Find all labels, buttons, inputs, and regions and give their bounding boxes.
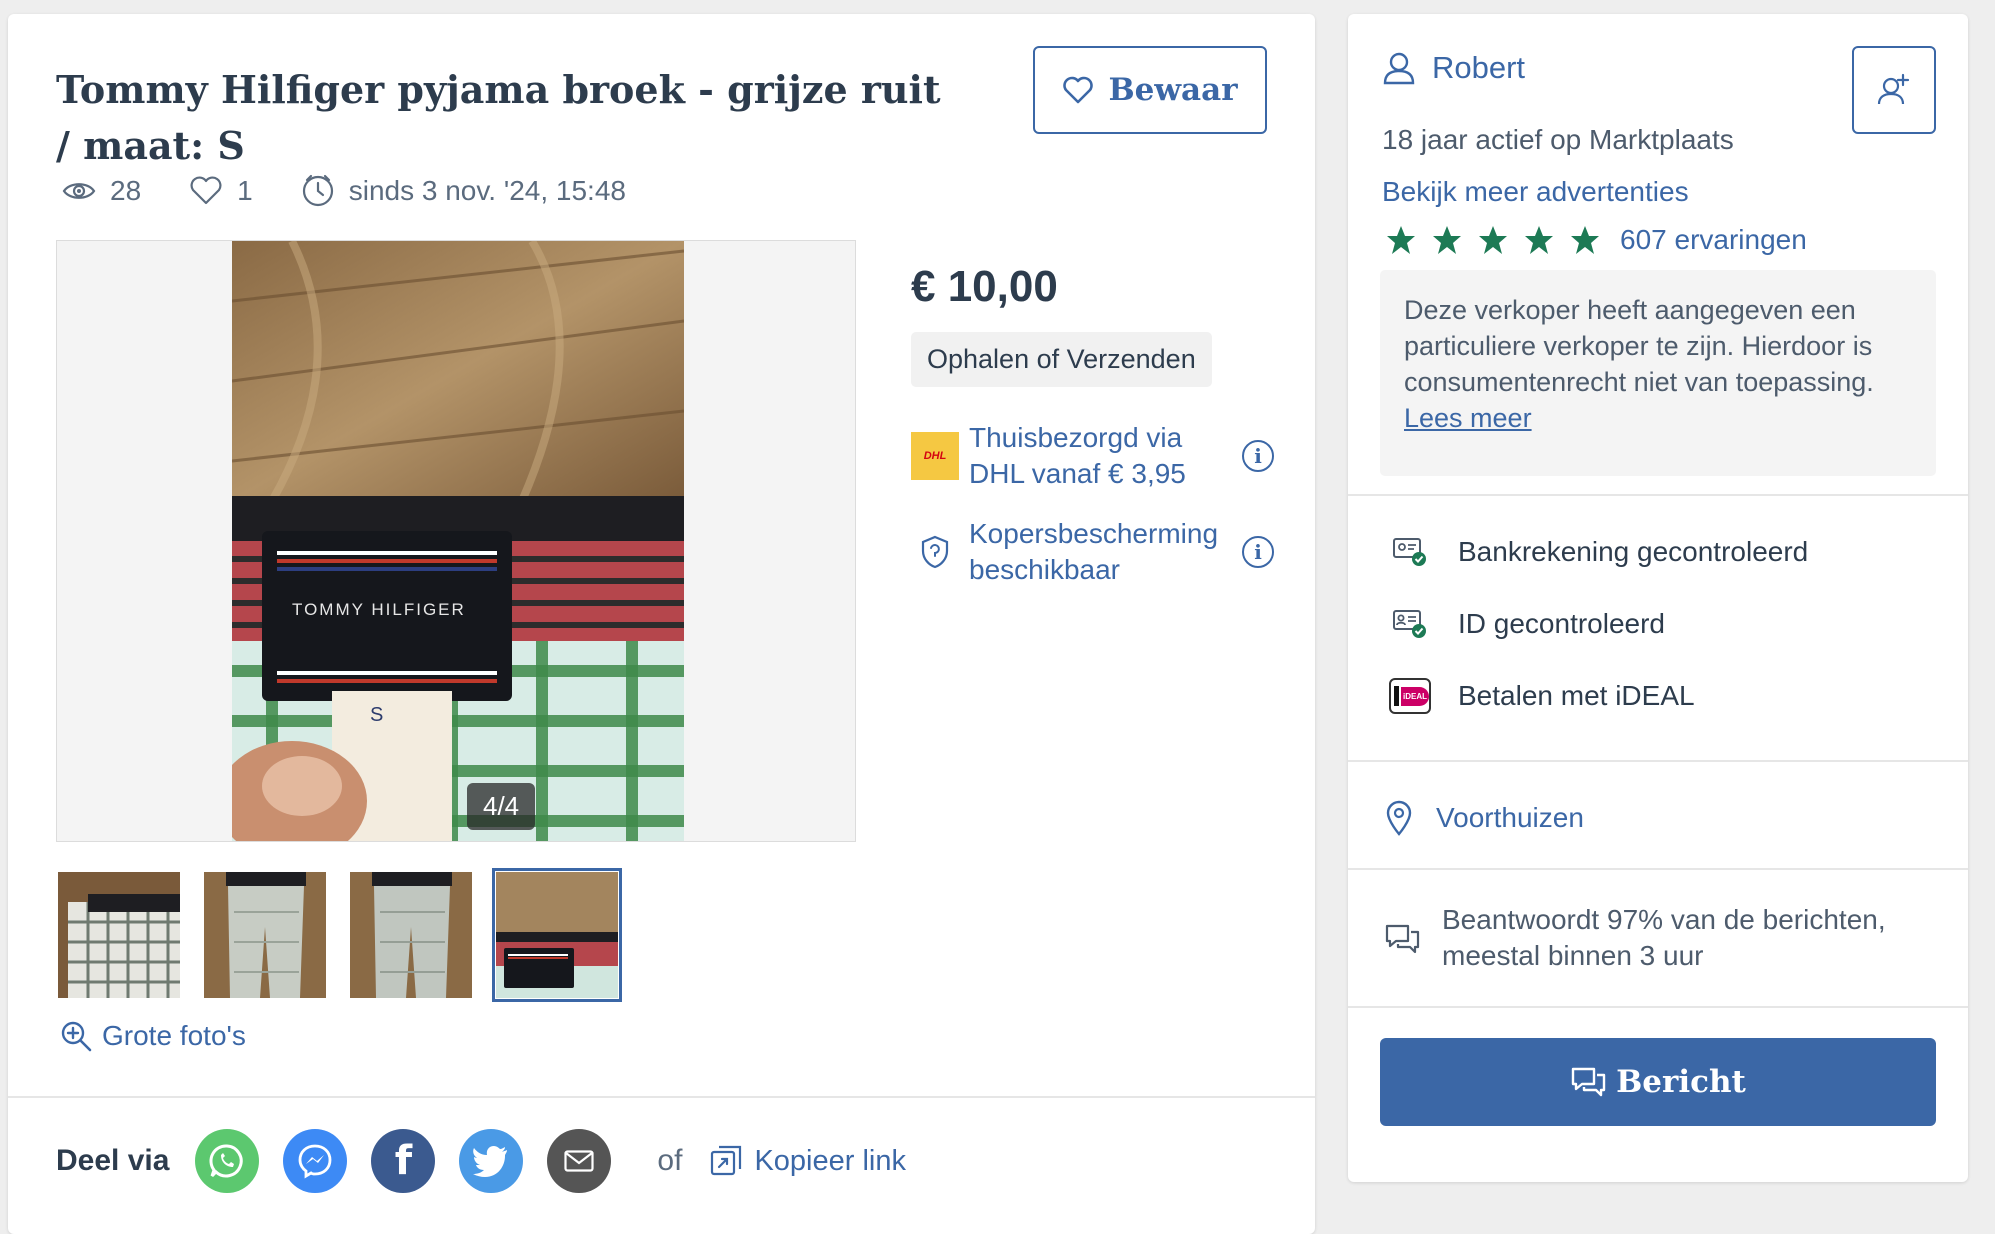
reviews-link[interactable]: 607 ervaringen	[1620, 224, 1807, 256]
seller-name-row[interactable]: Robert	[1382, 50, 1525, 86]
read-more-link[interactable]: Lees meer	[1404, 403, 1532, 433]
seller-name[interactable]: Robert	[1432, 50, 1525, 86]
ideal-label: Betalen met iDEAL	[1458, 680, 1695, 711]
chat-bubbles-icon	[1385, 924, 1420, 954]
favorites-stat: 1	[189, 175, 253, 207]
price: € 10,00	[911, 262, 1058, 311]
response-rate-text: Beantwoordt 97% van de berichten, meesta…	[1442, 904, 1886, 971]
main-photo[interactable]: TOMMY HILFIGER S 4/4	[56, 240, 856, 842]
favorites-count: 1	[237, 175, 253, 206]
messenger-icon	[299, 1144, 332, 1179]
delivery-badge: Ophalen of Verzenden	[911, 332, 1212, 387]
share-label: Deel via	[56, 1144, 170, 1177]
star-icon	[1525, 226, 1553, 254]
response-rate-row: Beantwoordt 97% van de berichten, meesta…	[1384, 902, 1902, 974]
ideal-row: iDEAL Betalen met iDEAL	[1388, 678, 1695, 714]
ideal-logo: iDEAL	[1389, 678, 1431, 714]
info-icon[interactable]: i	[1242, 440, 1274, 472]
heart-icon	[190, 176, 222, 205]
facebook-icon: f	[394, 1138, 413, 1184]
shield-icon	[921, 535, 949, 569]
star-icon	[1387, 226, 1415, 254]
email-icon	[564, 1150, 595, 1172]
photo-counter: 4/4	[467, 783, 536, 830]
whatsapp-share-button[interactable]	[195, 1129, 260, 1193]
messenger-share-button[interactable]	[283, 1129, 348, 1193]
star-icon	[1433, 226, 1461, 254]
chat-icon	[1571, 1067, 1606, 1097]
divider	[1348, 760, 1968, 762]
twitter-share-button[interactable]	[459, 1129, 524, 1193]
info-icon[interactable]: i	[1242, 536, 1274, 568]
message-button[interactable]: Bericht	[1380, 1038, 1936, 1126]
shipping-text[interactable]: Thuisbezorgd via DHL vanaf € 3,95	[969, 420, 1229, 492]
share-row: Deel via f of Kopieer link	[56, 1129, 906, 1193]
location-label[interactable]: Voorthuizen	[1436, 802, 1584, 834]
listing-title: Tommy Hilfiger pyjama broek - grijze rui…	[56, 67, 941, 168]
shipping-info: DHL Thuisbezorgd via DHL vanaf € 3,95 i	[911, 420, 1274, 492]
seller-card: Robert 18 jaar actief op Marktplaats Bek…	[1348, 14, 1968, 1182]
copy-link-icon	[711, 1145, 742, 1176]
listing-card: Tommy Hilfiger pyjama broek - grijze rui…	[8, 14, 1315, 1234]
user-icon	[1383, 52, 1415, 85]
thumbnail-1[interactable]	[58, 872, 180, 998]
heart-icon	[1063, 76, 1094, 104]
posted-stat: sinds 3 nov. '24, 15:48	[301, 174, 626, 208]
protection-text[interactable]: Kopersbescherming beschikbaar	[969, 516, 1229, 588]
clock-icon	[302, 174, 333, 207]
star-icon	[1479, 226, 1507, 254]
location-pin-icon	[1386, 800, 1412, 836]
copy-link-button[interactable]: Kopieer link	[710, 1145, 906, 1178]
views-count: 28	[110, 175, 142, 206]
location-row[interactable]: Voorthuizen	[1384, 800, 1584, 836]
eye-icon	[62, 183, 96, 199]
notice-text: Deze verkoper heeft aangegeven een parti…	[1404, 295, 1874, 397]
product-photo: TOMMY HILFIGER S	[232, 241, 684, 841]
ideal-logo-text: iDEAL	[1401, 686, 1429, 706]
email-share-button[interactable]	[547, 1129, 612, 1193]
id-verified-label: ID gecontroleerd	[1458, 608, 1666, 639]
thumbnail-strip	[58, 868, 622, 1002]
photo-brand-text: TOMMY HILFIGER	[292, 600, 466, 619]
message-label: Bericht	[1616, 1064, 1746, 1100]
twitter-icon	[473, 1146, 508, 1177]
star-icon	[1571, 226, 1599, 254]
zoom-in-icon	[61, 1021, 92, 1052]
thumbnail-3[interactable]	[350, 872, 472, 998]
bank-verified-row: Bankrekening gecontroleerd	[1388, 536, 1808, 568]
divider	[8, 1096, 1315, 1098]
divider	[1348, 868, 1968, 870]
star-rating	[1386, 225, 1600, 255]
views-stat: 28	[62, 175, 141, 207]
save-button[interactable]: Bewaar	[1033, 46, 1267, 134]
buyer-protection-info: Kopersbescherming beschikbaar i	[911, 516, 1274, 588]
whatsapp-icon	[209, 1144, 244, 1178]
share-or: of	[657, 1144, 683, 1177]
divider	[1348, 1006, 1968, 1008]
active-since: 18 jaar actief op Marktplaats	[1382, 124, 1734, 155]
private-seller-notice: Deze verkoper heeft aangegeven een parti…	[1380, 270, 1936, 476]
posted-date: sinds 3 nov. '24, 15:48	[348, 175, 626, 206]
big-photos-link[interactable]: Grote foto's	[60, 1020, 246, 1052]
more-ads-link[interactable]: Bekijk meer advertenties	[1382, 176, 1689, 208]
bank-check-icon	[1393, 538, 1426, 566]
photo-size-text: S	[370, 704, 383, 726]
dhl-logo-text: DHL	[923, 450, 947, 462]
id-check-icon	[1393, 610, 1426, 638]
rating-row[interactable]: 607 ervaringen	[1386, 224, 1807, 256]
listing-stats: 28 1 sinds 3 nov. '24, 15:48	[62, 174, 674, 208]
thumbnail-4[interactable]	[492, 868, 622, 1002]
add-user-icon	[1877, 73, 1910, 105]
save-label: Bewaar	[1108, 72, 1238, 108]
bank-verified-label: Bankrekening gecontroleerd	[1458, 536, 1809, 567]
copy-link-label: Kopieer link	[754, 1144, 906, 1177]
thumbnail-2[interactable]	[204, 872, 326, 998]
big-photos-label: Grote foto's	[102, 1020, 246, 1051]
facebook-share-button[interactable]: f	[371, 1129, 436, 1193]
divider	[1348, 494, 1968, 496]
id-verified-row: ID gecontroleerd	[1388, 608, 1665, 640]
follow-seller-button[interactable]	[1852, 46, 1936, 134]
dhl-logo: DHL	[911, 432, 959, 480]
